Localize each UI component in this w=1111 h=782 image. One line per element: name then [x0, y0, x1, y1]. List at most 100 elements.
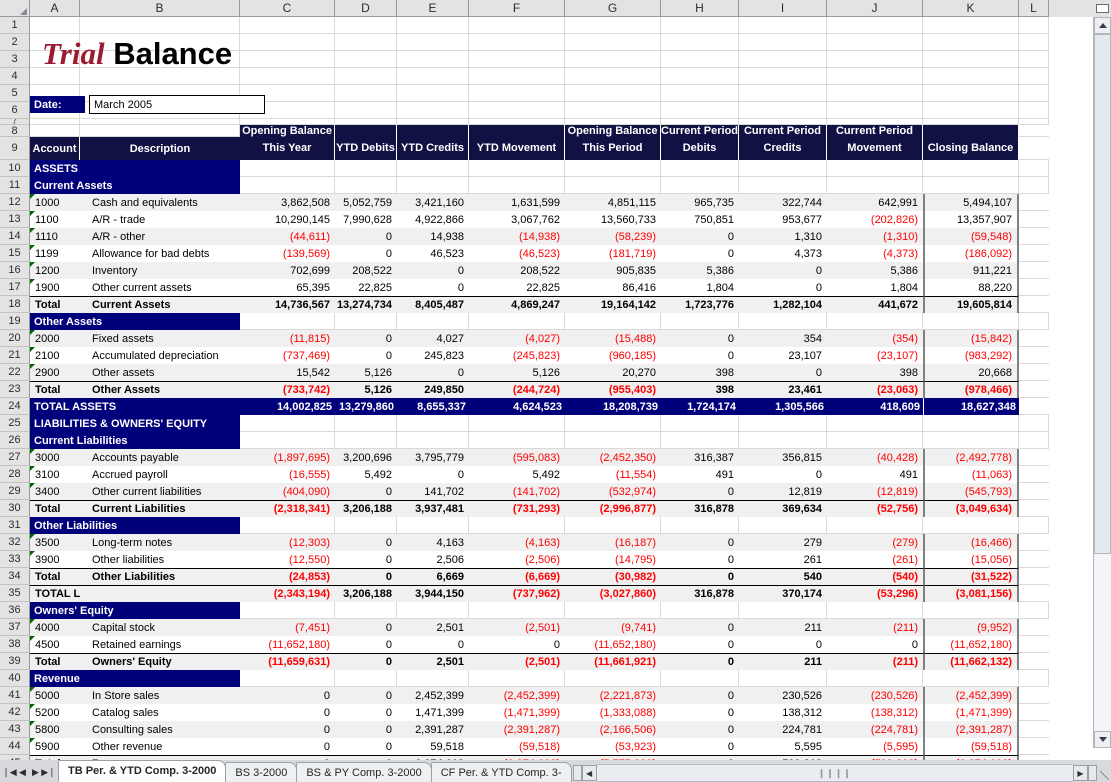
value-cell[interactable]: 211 — [739, 653, 827, 670]
description-cell[interactable]: Other assets — [80, 364, 240, 381]
row-header-12[interactable]: 12 — [0, 194, 30, 211]
header-cell-ytd-debits[interactable] — [335, 125, 397, 137]
value-cell[interactable]: 13,560,733 — [565, 211, 661, 228]
description-cell[interactable]: Other liabilities — [80, 551, 240, 568]
empty-cell[interactable] — [923, 17, 1019, 34]
empty-cell[interactable] — [335, 313, 397, 330]
value-cell[interactable]: 0 — [661, 228, 739, 245]
value-cell[interactable]: 398 — [827, 364, 923, 381]
description-cell[interactable]: Capital stock — [80, 619, 240, 636]
empty-cell[interactable] — [1019, 449, 1049, 466]
empty-cell[interactable] — [335, 85, 397, 102]
empty-cell[interactable] — [827, 34, 923, 51]
empty-cell[interactable] — [1019, 653, 1049, 670]
value-cell[interactable]: (595,083) — [469, 449, 565, 466]
account-cell[interactable]: 2100 — [30, 347, 80, 364]
header-cell-description[interactable] — [80, 125, 240, 137]
header-cell-opening-balance-this-year[interactable]: This Year — [240, 137, 335, 160]
value-cell[interactable]: 261 — [739, 551, 827, 568]
description-cell[interactable] — [80, 585, 240, 602]
header-cell-ytd-debits[interactable]: YTD Debits — [335, 137, 397, 160]
value-cell[interactable]: 279 — [739, 534, 827, 551]
value-cell[interactable]: 5,595 — [739, 738, 827, 755]
empty-cell[interactable] — [923, 160, 1019, 177]
description-cell[interactable]: Other current liabilities — [80, 483, 240, 500]
value-cell[interactable]: (3,081,156) — [923, 585, 1019, 602]
value-cell[interactable]: 965,735 — [661, 194, 739, 211]
empty-cell[interactable] — [1019, 296, 1049, 313]
value-cell[interactable]: 0 — [739, 636, 827, 653]
empty-cell[interactable] — [1019, 245, 1049, 262]
value-cell[interactable]: 642,991 — [827, 194, 923, 211]
column-header-l[interactable]: L — [1019, 0, 1049, 17]
value-cell[interactable]: 86,416 — [565, 279, 661, 296]
empty-cell[interactable] — [739, 670, 827, 687]
row-header-22[interactable]: 22 — [0, 364, 30, 381]
empty-cell[interactable] — [827, 17, 923, 34]
window-resize-grip[interactable] — [1097, 765, 1111, 781]
value-cell[interactable]: (9,952) — [923, 619, 1019, 636]
value-cell[interactable]: (11,659,631) — [240, 653, 335, 670]
header-cell-current-period-debits[interactable]: Current Period — [661, 125, 739, 137]
value-cell[interactable]: 2,501 — [397, 619, 469, 636]
account-cell[interactable]: 1200 — [30, 262, 80, 279]
empty-cell[interactable] — [335, 51, 397, 68]
row-header-24[interactable]: 24 — [0, 398, 30, 415]
value-cell[interactable]: 0 — [397, 636, 469, 653]
value-cell[interactable]: 0 — [335, 483, 397, 500]
empty-cell[interactable] — [240, 313, 335, 330]
empty-cell[interactable] — [661, 102, 739, 119]
description-cell[interactable]: In Store sales — [80, 687, 240, 704]
empty-cell[interactable] — [1019, 347, 1049, 364]
description-cell[interactable]: A/R - other — [80, 228, 240, 245]
value-cell[interactable]: 3,200,696 — [335, 449, 397, 466]
description-cell[interactable]: Accounts payable — [80, 449, 240, 466]
value-cell[interactable]: (2,996,877) — [565, 500, 661, 517]
account-cell[interactable]: 3000 — [30, 449, 80, 466]
row-header-39[interactable]: 39 — [0, 653, 30, 670]
empty-cell[interactable] — [469, 85, 565, 102]
value-cell[interactable]: 0 — [827, 636, 923, 653]
empty-cell[interactable] — [827, 85, 923, 102]
empty-cell[interactable] — [335, 602, 397, 619]
row-header-10[interactable]: 10 — [0, 160, 30, 177]
value-cell[interactable]: 14,736,567 — [240, 296, 335, 313]
first-sheet-button[interactable]: ❘◀ — [2, 764, 16, 780]
empty-cell[interactable] — [469, 177, 565, 194]
value-cell[interactable]: (58,239) — [565, 228, 661, 245]
row-header-6[interactable]: 6 — [0, 102, 30, 119]
horizontal-scroll-thumb[interactable]: ❙❙❙❙ — [596, 764, 1073, 782]
value-cell[interactable]: 224,781 — [739, 721, 827, 738]
value-cell[interactable]: 0 — [335, 619, 397, 636]
value-cell[interactable]: (12,819) — [827, 483, 923, 500]
empty-cell[interactable] — [397, 34, 469, 51]
section-header-revenue[interactable]: Revenue — [30, 670, 240, 687]
value-cell[interactable]: (279) — [827, 534, 923, 551]
empty-cell[interactable] — [565, 517, 661, 534]
value-cell[interactable]: 0 — [739, 364, 827, 381]
empty-cell[interactable] — [923, 432, 1019, 449]
value-cell[interactable]: 702,699 — [240, 262, 335, 279]
prev-sheet-button[interactable]: ◀ — [16, 764, 29, 780]
empty-cell[interactable] — [1019, 432, 1049, 449]
row-header-4[interactable]: 4 — [0, 68, 30, 85]
header-cell-current-period-movement[interactable]: Movement — [827, 137, 923, 160]
value-cell[interactable]: 0 — [240, 687, 335, 704]
value-cell[interactable]: 10,290,145 — [240, 211, 335, 228]
empty-cell[interactable] — [1019, 51, 1049, 68]
empty-cell[interactable] — [565, 85, 661, 102]
section-header-current-liabilities[interactable]: Current Liabilities — [30, 432, 240, 449]
value-cell[interactable]: (15,488) — [565, 330, 661, 347]
column-header-k[interactable]: K — [923, 0, 1019, 17]
value-cell[interactable]: (737,469) — [240, 347, 335, 364]
value-cell[interactable]: 4,869,247 — [469, 296, 565, 313]
empty-cell[interactable] — [469, 517, 565, 534]
value-cell[interactable]: 911,221 — [923, 262, 1019, 279]
value-cell[interactable]: (181,719) — [565, 245, 661, 262]
value-cell[interactable]: (12,303) — [240, 534, 335, 551]
empty-cell[interactable] — [335, 17, 397, 34]
section-header-owners-equity[interactable]: Owners' Equity — [30, 602, 240, 619]
grand-total-value[interactable]: 13,279,860 — [335, 398, 397, 415]
header-cell-ytd-credits[interactable] — [397, 125, 469, 137]
value-cell[interactable]: 0 — [335, 347, 397, 364]
